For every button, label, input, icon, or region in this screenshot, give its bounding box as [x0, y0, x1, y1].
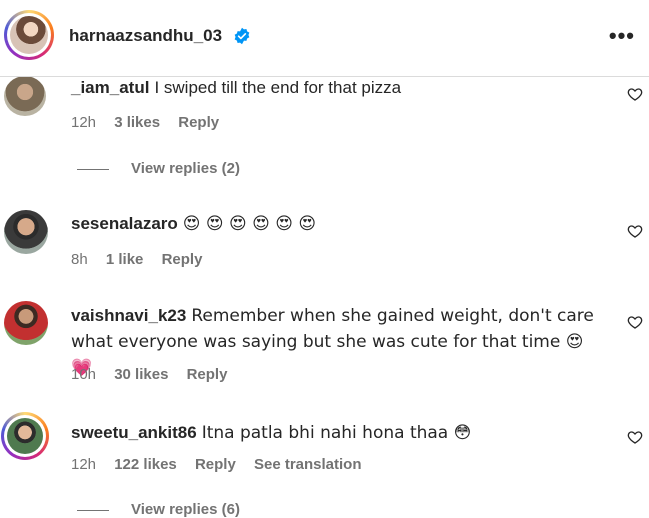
- comment-username[interactable]: sweetu_ankit86: [71, 423, 197, 442]
- comment-username[interactable]: _iam_atul: [71, 78, 149, 97]
- divider-line: [77, 509, 109, 511]
- divider-line: [77, 168, 109, 170]
- author-username[interactable]: harnaazsandhu_03: [69, 26, 222, 46]
- reply-button[interactable]: Reply: [195, 456, 236, 473]
- see-translation-button[interactable]: See translation: [254, 456, 362, 473]
- view-replies-label: View replies (2): [131, 160, 240, 177]
- heart-icon[interactable]: [627, 223, 643, 239]
- verified-badge-icon: [234, 27, 250, 45]
- reply-button[interactable]: Reply: [187, 366, 228, 383]
- comment-likes[interactable]: 30 likes: [114, 366, 168, 383]
- comment-username[interactable]: vaishnavi_k23: [71, 306, 186, 325]
- view-replies-label: View replies (6): [131, 501, 240, 518]
- commenter-avatar[interactable]: [4, 301, 48, 345]
- commenter-avatar[interactable]: [1, 412, 49, 460]
- reply-button[interactable]: Reply: [162, 251, 203, 268]
- more-options-icon[interactable]: •••: [609, 25, 635, 47]
- comment-time[interactable]: 12h: [71, 456, 96, 473]
- view-replies-button[interactable]: View replies (2): [77, 160, 240, 177]
- comment-time[interactable]: 12h: [71, 114, 96, 131]
- author-avatar[interactable]: [4, 10, 54, 60]
- commenter-avatar[interactable]: [4, 76, 46, 116]
- heart-icon[interactable]: [627, 429, 643, 445]
- post-header: harnaazsandhu_03 •••: [0, 0, 649, 77]
- comment-time[interactable]: 8h: [71, 251, 88, 268]
- heart-icon[interactable]: [627, 314, 643, 330]
- comment-text: 😍 😍 😍 😍 😍 😍: [182, 214, 317, 234]
- commenter-avatar[interactable]: [4, 210, 48, 254]
- comment-text: I swiped till the end for that pizza: [154, 78, 402, 97]
- comment-likes[interactable]: 3 likes: [114, 114, 160, 131]
- reply-button[interactable]: Reply: [178, 114, 219, 131]
- comment-likes[interactable]: 122 likes: [114, 456, 177, 473]
- comment-time[interactable]: 10h: [71, 366, 96, 383]
- comment-likes[interactable]: 1 like: [106, 251, 144, 268]
- comment-text: Itna patla bhi nahi hona thaa 😳: [201, 423, 472, 443]
- heart-icon[interactable]: [627, 86, 643, 102]
- view-replies-button[interactable]: View replies (6): [77, 501, 240, 518]
- comment-username[interactable]: sesenalazaro: [71, 214, 178, 233]
